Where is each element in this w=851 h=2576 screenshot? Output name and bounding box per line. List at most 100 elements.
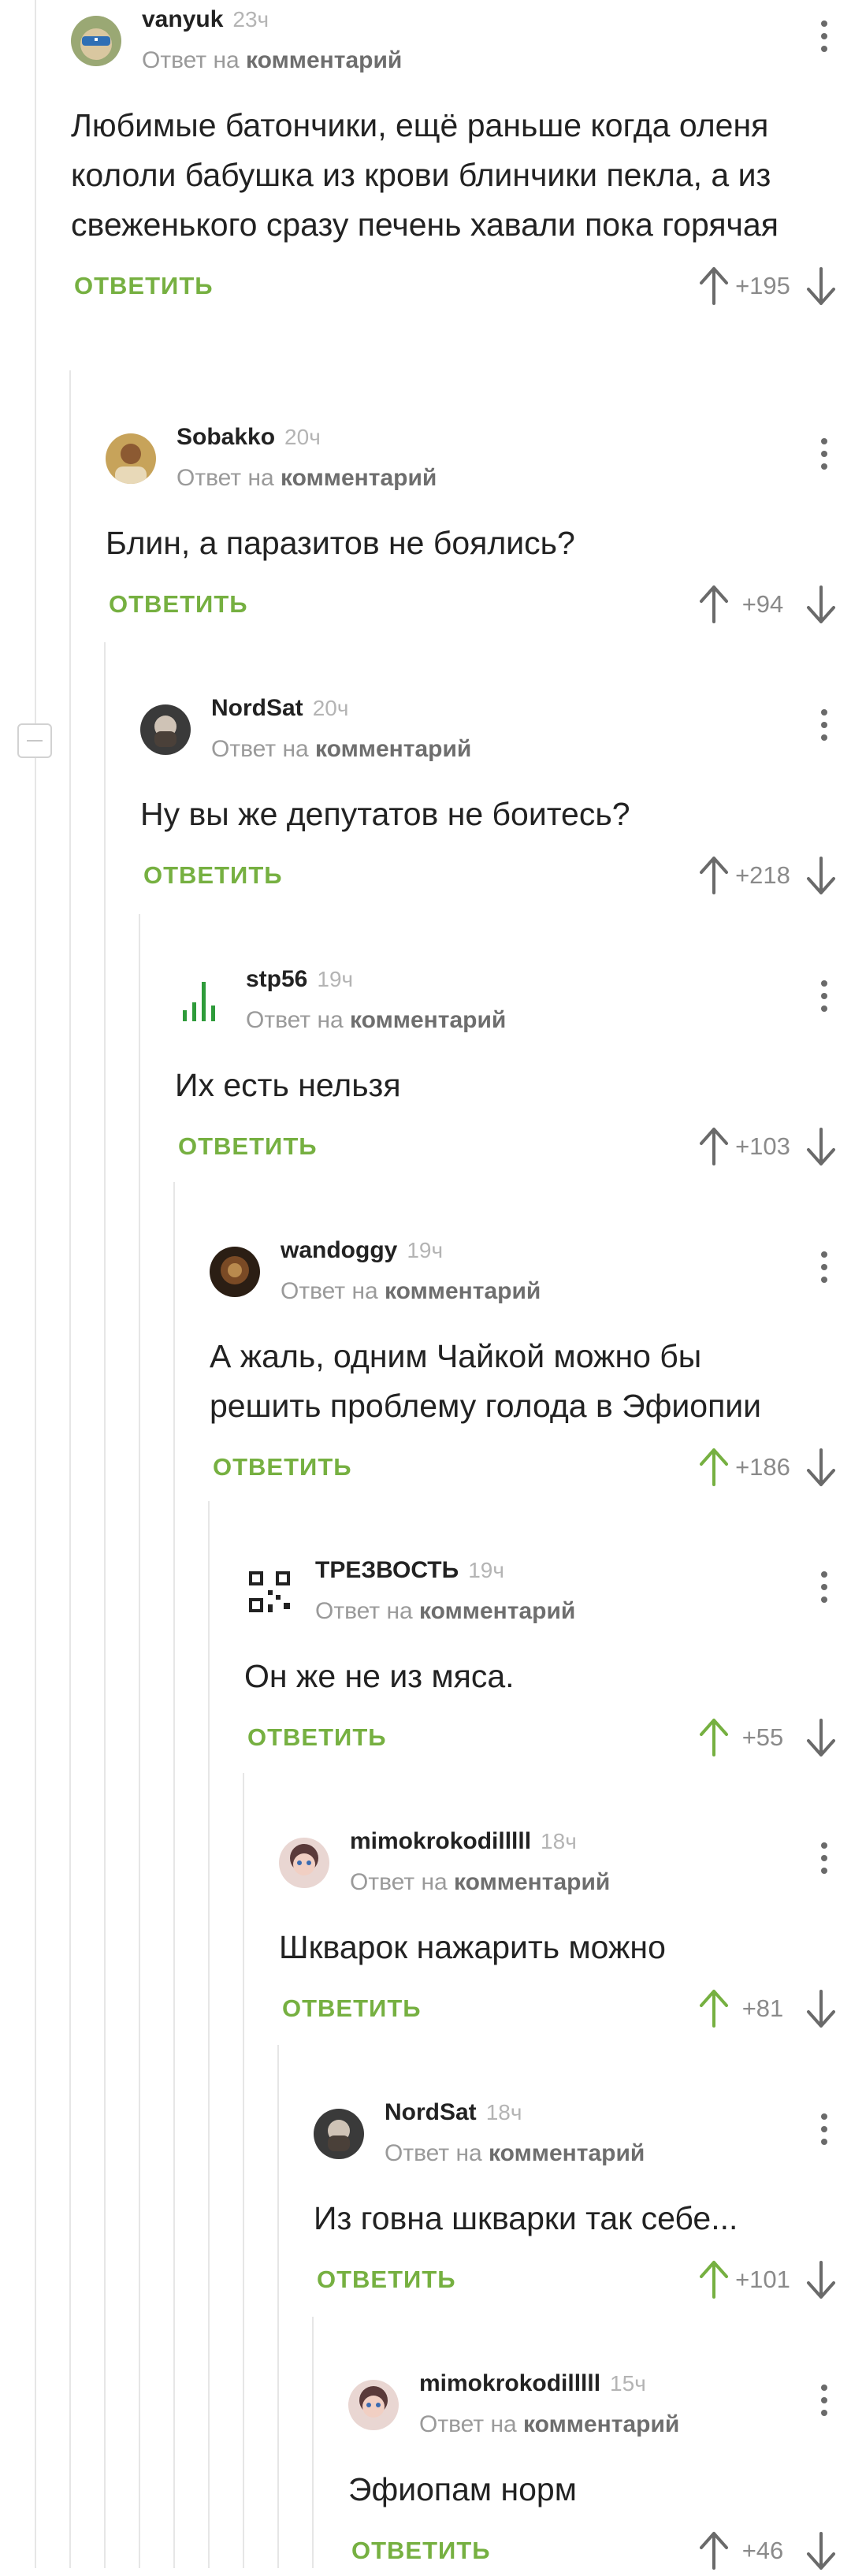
more-options-icon[interactable]: [819, 1842, 829, 1880]
upvote-icon[interactable]: [698, 2530, 730, 2571]
reply-button[interactable]: ОТВЕТИТЬ: [213, 1453, 352, 1481]
girl-avatar-icon[interactable]: [279, 1838, 329, 1888]
reply-to-link[interactable]: Ответ на комментарий: [315, 1598, 575, 1625]
vote-score: +55: [741, 1723, 784, 1751]
comment-author[interactable]: wandoggy 19ч: [281, 1237, 443, 1264]
comment-time: 19ч: [317, 967, 354, 991]
dark-avatar-icon[interactable]: [210, 1247, 260, 1297]
comment-author[interactable]: stp56 19ч: [246, 966, 353, 993]
reply-button[interactable]: ОТВЕТИТЬ: [143, 861, 283, 890]
reply-to-link[interactable]: Ответ на комментарий: [177, 465, 437, 492]
reply-button[interactable]: ОТВЕТИТЬ: [74, 272, 214, 300]
thread-line: [243, 1773, 244, 2568]
vote-score: +81: [741, 1994, 784, 2022]
downvote-icon[interactable]: [805, 584, 837, 625]
reply-to-link[interactable]: Ответ на комментарий: [211, 736, 471, 763]
reply-button[interactable]: ОТВЕТИТЬ: [282, 1994, 422, 2023]
comment-text: Шкварок нажарить можно: [279, 1929, 666, 1965]
reply-button[interactable]: ОТВЕТИТЬ: [109, 590, 248, 619]
comment-time: 20ч: [312, 696, 349, 720]
downvote-icon[interactable]: [805, 2530, 837, 2571]
comment-author[interactable]: ТРЕЗВОСТЬ 19ч: [315, 1557, 504, 1584]
signal-bars-avatar-icon[interactable]: [175, 976, 225, 1026]
upvote-icon[interactable]: [698, 584, 730, 625]
vote-score: +101: [735, 2266, 790, 2293]
sunglasses-avatar-icon[interactable]: [71, 16, 121, 66]
downvote-icon[interactable]: [805, 855, 837, 896]
comment-text: Он же не из мяса.: [244, 1658, 515, 1694]
thread-line: [139, 914, 140, 2568]
comment: wandoggy 19ч Ответ на комментарий А жаль,…: [210, 1231, 851, 1492]
more-options-icon[interactable]: [819, 980, 829, 1018]
reply-to-link[interactable]: Ответ на комментарий: [385, 2140, 645, 2167]
upvote-icon[interactable]: [698, 1717, 730, 1758]
collapse-thread-button[interactable]: [17, 723, 52, 758]
qr-code-avatar-icon[interactable]: [244, 1567, 295, 1617]
comment: mimokrokodilllll 18ч Ответ на комментарий…: [279, 1822, 851, 2034]
reply-to-link[interactable]: Ответ на комментарий: [142, 47, 402, 74]
bearded-avatar-icon[interactable]: [314, 2109, 364, 2159]
comment: vanyuk 23ч Ответ на комментарий Любимые б…: [71, 0, 851, 311]
comment-text: Эфиопам норм: [348, 2471, 577, 2507]
comment-text: Любимые батончики, ещё раньше когда олен…: [71, 107, 779, 243]
vote-score: +46: [741, 2537, 784, 2564]
vote-controls: +103: [671, 1123, 837, 1172]
comment-text: Блин, а паразитов не боялись?: [106, 525, 575, 561]
comment-author[interactable]: Sobakko 20ч: [177, 424, 321, 451]
reply-button[interactable]: ОТВЕТИТЬ: [247, 1723, 387, 1752]
comment-text: Их есть нельзя: [175, 1067, 401, 1103]
bearded-avatar-icon[interactable]: [140, 704, 191, 755]
reply-to-link[interactable]: Ответ на комментарий: [419, 2411, 679, 2438]
comment-author[interactable]: vanyuk 23ч: [142, 6, 269, 33]
upvote-icon[interactable]: [698, 1447, 730, 1488]
more-options-icon[interactable]: [819, 2113, 829, 2151]
reply-to-link[interactable]: Ответ на комментарий: [350, 1869, 610, 1896]
upvote-icon[interactable]: [698, 1988, 730, 2029]
comment-text: А жаль, одним Чайкой можно бы решить про…: [210, 1338, 762, 1424]
reply-button[interactable]: ОТВЕТИТЬ: [317, 2266, 456, 2294]
more-options-icon[interactable]: [819, 438, 829, 476]
comment-author[interactable]: NordSat 18ч: [385, 2099, 522, 2126]
more-options-icon[interactable]: [819, 709, 829, 747]
comment-time: 15ч: [610, 2371, 646, 2396]
comment: mimokrokodilllll 15ч Ответ на комментарий…: [348, 2364, 851, 2576]
more-options-icon[interactable]: [819, 20, 829, 58]
reply-to-link[interactable]: Ответ на комментарий: [246, 1007, 506, 1034]
comment-text: Из говна шкварки так себе...: [314, 2200, 738, 2236]
person-avatar-icon[interactable]: [106, 433, 156, 484]
reply-to-link[interactable]: Ответ на комментарий: [281, 1278, 541, 1305]
comment-author[interactable]: mimokrokodilllll 18ч: [350, 1828, 577, 1855]
comment-time: 18ч: [541, 1829, 577, 1853]
comment: ТРЕЗВОСТЬ 19ч Ответ на комментарий Он же …: [244, 1551, 851, 1763]
more-options-icon[interactable]: [819, 1251, 829, 1289]
more-options-icon[interactable]: [819, 1571, 829, 1609]
upvote-icon[interactable]: [698, 855, 730, 896]
comment-author[interactable]: NordSat 20ч: [211, 695, 348, 722]
upvote-icon[interactable]: [698, 1126, 730, 1167]
vote-controls: +195: [671, 262, 837, 311]
upvote-icon[interactable]: [698, 2259, 730, 2300]
comment-time: 23ч: [232, 7, 269, 32]
thread-line: [173, 1182, 175, 2568]
thread-line: [35, 0, 36, 2568]
reply-button[interactable]: ОТВЕТИТЬ: [351, 2537, 491, 2565]
comment-time: 19ч: [468, 1558, 504, 1582]
vote-score: +103: [735, 1132, 790, 1160]
upvote-icon[interactable]: [698, 266, 730, 307]
downvote-icon[interactable]: [805, 1717, 837, 1758]
thread-line: [208, 1501, 210, 2568]
downvote-icon[interactable]: [805, 1126, 837, 1167]
comment-author[interactable]: mimokrokodilllll 15ч: [419, 2370, 646, 2397]
more-options-icon[interactable]: [819, 2385, 829, 2422]
downvote-icon[interactable]: [805, 1447, 837, 1488]
vote-score: +186: [735, 1453, 790, 1481]
comment-text: Ну вы же депутатов не боитесь?: [140, 796, 630, 832]
vote-score: +94: [741, 590, 784, 618]
thread-line: [312, 2317, 314, 2568]
comment: stp56 19ч Ответ на комментарий Их есть не…: [175, 960, 851, 1172]
reply-button[interactable]: ОТВЕТИТЬ: [178, 1132, 318, 1161]
downvote-icon[interactable]: [805, 2259, 837, 2300]
downvote-icon[interactable]: [805, 1988, 837, 2029]
downvote-icon[interactable]: [805, 266, 837, 307]
girl-avatar-icon[interactable]: [348, 2380, 399, 2430]
